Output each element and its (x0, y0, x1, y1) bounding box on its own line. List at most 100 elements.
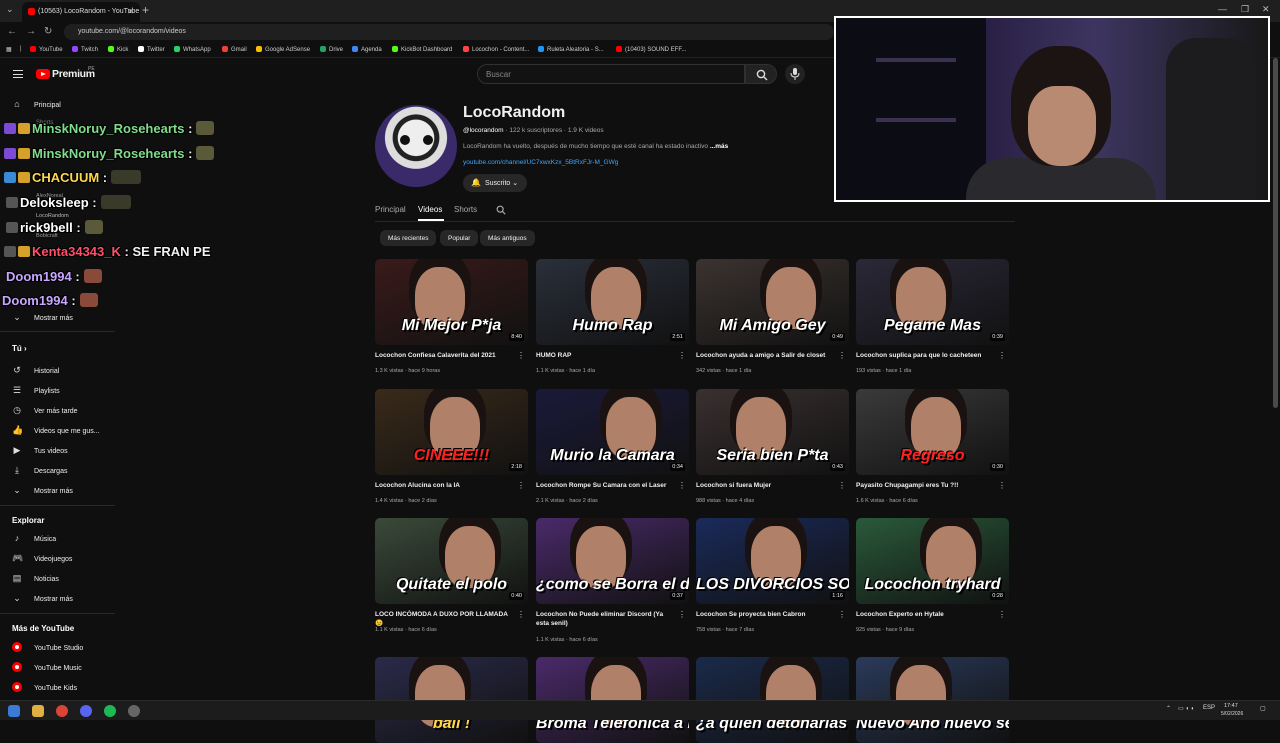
video-title[interactable]: Locochon ayuda a amigo a Salir de closet (696, 351, 836, 360)
more-options-icon[interactable]: ⋮ (998, 481, 1006, 490)
video-title[interactable]: Locochon Experto en Hytale (856, 610, 996, 619)
clock-date[interactable]: 5/02/2026 (1221, 711, 1243, 717)
sidebar-sub-locorandom[interactable]: LocoRandom (36, 213, 69, 219)
bookmark-sound-effects[interactable]: (10403) SOUND EFF... (616, 46, 686, 53)
bookmark-kick[interactable]: Kick (108, 46, 128, 53)
video-card[interactable]: Pegame Mas 0:39 Locochon suplica para que … (856, 259, 1009, 374)
more-options-icon[interactable]: ⋮ (998, 610, 1006, 619)
bookmark-twitch[interactable]: Twitch (72, 46, 98, 53)
bookmark-locochon[interactable]: Locochon - Content... (463, 46, 529, 53)
sidebar-you-heading[interactable]: Tú › (12, 344, 27, 353)
video-card[interactable]: Murio la Camara 0:34 Locochon Rompe Su Cam… (536, 389, 689, 504)
video-title[interactable]: Payasito Chupagampi eres Tu ?!! (856, 481, 996, 490)
reload-icon[interactable]: ↻ (44, 26, 52, 37)
tab-list-icon[interactable]: ⌄ (6, 4, 14, 15)
network-icon[interactable]: ▭ ◖ ◗ (1178, 705, 1194, 712)
channel-description[interactable]: LocoRandom ha vuelto, después de mucho t… (463, 143, 763, 150)
more-options-icon[interactable]: ⋮ (517, 610, 525, 619)
video-thumbnail[interactable]: Locochon tryhard 0:28 (856, 518, 1009, 604)
page-scrollbar[interactable] (1273, 58, 1278, 408)
sidebar-item-videojuegos[interactable]: 🎮 Videojuegos (12, 553, 72, 564)
more-options-icon[interactable]: ⋮ (517, 351, 525, 360)
video-thumbnail[interactable]: CINEEE!!! 2:18 (375, 389, 528, 475)
sidebar-item-kids[interactable]: YouTube Kids (12, 682, 77, 692)
discord-icon[interactable] (80, 705, 92, 717)
tab-shorts[interactable]: Shorts (454, 205, 477, 214)
video-thumbnail[interactable]: Mi Amigo Gey 0:49 (696, 259, 849, 345)
video-title[interactable]: Locochon suplica para que lo cacheteen (856, 351, 996, 360)
video-card[interactable]: Quitate el polo 0:40 LOCO INCÓMODA A DUXO … (375, 518, 528, 633)
sidebar-item-descargas[interactable]: ⤓ Descargas (12, 465, 67, 476)
video-card[interactable]: Humo Rap 2:51 HUMO RAP 1.1 K vistas · hace … (536, 259, 689, 374)
more-options-icon[interactable]: ⋮ (998, 351, 1006, 360)
bookmark-twitter[interactable]: Twitter (138, 46, 165, 53)
video-card[interactable]: Mi Amigo Gey 0:49 Locochon ayuda a amigo a… (696, 259, 849, 374)
chrome-icon[interactable] (56, 705, 68, 717)
video-card[interactable]: Locochon tryhard 0:28 Locochon Experto en … (856, 518, 1009, 633)
video-thumbnail[interactable]: Regreso 0:30 (856, 389, 1009, 475)
sidebar-item-playlists[interactable]: ☰ Playlists (12, 385, 60, 396)
sidebar-item-tus-videos[interactable]: ▶ Tus videos (12, 445, 68, 456)
video-card[interactable]: LOS DIVORCIOS SON GOD1:16 Locochon Se pro… (696, 518, 849, 633)
bookmark-adsense[interactable]: Google AdSense (256, 46, 310, 53)
video-title[interactable]: Locochon si fuera Mujer (696, 481, 836, 490)
video-thumbnail[interactable]: ¿como se Borra el discord?0:37 (536, 518, 689, 604)
bookmark-drive[interactable]: Drive (320, 46, 343, 53)
channel-link[interactable]: youtube.com/channel/UC7xwxKzx_5BtRxFJr-M… (463, 159, 618, 166)
forward-icon[interactable]: → (26, 26, 36, 37)
video-title[interactable]: LOCO INCÓMODA A DUXO POR LLAMADA 😉 (375, 610, 515, 628)
video-title[interactable]: Locochon Confiesa Calaverita del 2021 (375, 351, 515, 360)
voice-search-button[interactable] (785, 64, 805, 84)
more-options-icon[interactable]: ⋮ (838, 610, 846, 619)
video-thumbnail[interactable]: LOS DIVORCIOS SON GOD1:16 (696, 518, 849, 604)
new-tab-icon[interactable]: + (142, 3, 149, 17)
language-indicator[interactable]: ESP (1203, 705, 1215, 711)
more-options-icon[interactable]: ⋮ (678, 481, 686, 490)
video-title[interactable]: Locochon Rompe Su Camara con el Laser (536, 481, 676, 490)
bookmark-youtube[interactable]: YouTube (30, 46, 63, 53)
chip-recientes[interactable]: Más recientes (380, 230, 437, 246)
sidebar-show-more-1[interactable]: ⌄ Mostrar más (12, 312, 73, 323)
video-thumbnail[interactable]: Humo Rap 2:51 (536, 259, 689, 345)
sidebar-item-noticias[interactable]: ▤ Noticias (12, 573, 59, 584)
video-card[interactable]: CINEEE!!! 2:18 Locochon Alucina con la IA 1… (375, 389, 528, 504)
video-thumbnail[interactable]: Seria bien P*ta 0:43 (696, 389, 849, 475)
sidebar-item-music[interactable]: YouTube Music (12, 662, 82, 672)
sidebar-item-musica[interactable]: ♪ Música (12, 533, 56, 543)
browser-tab[interactable]: (10563) LocoRandom - YouTube ✕ (22, 2, 140, 22)
tab-videos[interactable]: Videos (418, 205, 442, 214)
more-options-icon[interactable]: ⋮ (678, 351, 686, 360)
youtube-logo-icon[interactable] (36, 69, 50, 79)
close-tab-icon[interactable]: ✕ (127, 7, 134, 16)
tab-principal[interactable]: Principal (375, 205, 406, 214)
sidebar-item-historial[interactable]: ↺ Historial (12, 365, 59, 376)
channel-search-icon[interactable] (496, 205, 506, 215)
url-field[interactable]: youtube.com/@locorandom/videos (64, 24, 834, 40)
sidebar-item-studio[interactable]: YouTube Studio (12, 642, 83, 652)
spotify-icon[interactable] (104, 705, 116, 717)
video-thumbnail[interactable]: Mi Mejor P*ja 8:40 (375, 259, 528, 345)
more-options-icon[interactable]: ⋮ (838, 351, 846, 360)
video-title[interactable]: Locochon No Puede eliminar Discord (Ya e… (536, 610, 676, 628)
video-thumbnail[interactable]: Murio la Camara 0:34 (536, 389, 689, 475)
more-options-icon[interactable]: ⋮ (517, 481, 525, 490)
bookmark-kickbot[interactable]: KickBot Dashboard (392, 46, 452, 53)
apps-icon[interactable]: ▦ (6, 46, 12, 53)
sidebar-item-liked[interactable]: 👍 Videos que me gus... (12, 425, 100, 436)
video-thumbnail[interactable]: Quitate el polo 0:40 (375, 518, 528, 604)
chip-antiguos[interactable]: Más antiguos (480, 230, 535, 246)
video-card[interactable]: Seria bien P*ta 0:43 Locochon si fuera Muj… (696, 389, 849, 504)
tray-chevron-icon[interactable]: ⌃ (1166, 705, 1171, 712)
subscribed-button[interactable]: 🔔 Suscrito ⌄ (463, 174, 527, 192)
video-title[interactable]: Locochon Se proyecta bien Cabron (696, 610, 836, 619)
search-input[interactable]: Buscar (477, 64, 745, 84)
video-title[interactable]: Locochon Alucina con la IA (375, 481, 515, 490)
minimize-icon[interactable]: — (1218, 4, 1227, 14)
maximize-icon[interactable]: ❐ (1241, 4, 1249, 15)
bookmark-agenda[interactable]: Agenda (352, 46, 382, 53)
sidebar-item-ver-mas-tarde[interactable]: ◷ Ver más tarde (12, 405, 78, 416)
file-explorer-icon[interactable] (32, 705, 44, 717)
video-card[interactable]: ¿como se Borra el discord?0:37 Locochon N… (536, 518, 689, 643)
sidebar-item-principal[interactable]: ⌂ Principal (12, 99, 61, 109)
bookmark-ruleta[interactable]: Ruleta Aleatoria - S... (538, 46, 604, 53)
